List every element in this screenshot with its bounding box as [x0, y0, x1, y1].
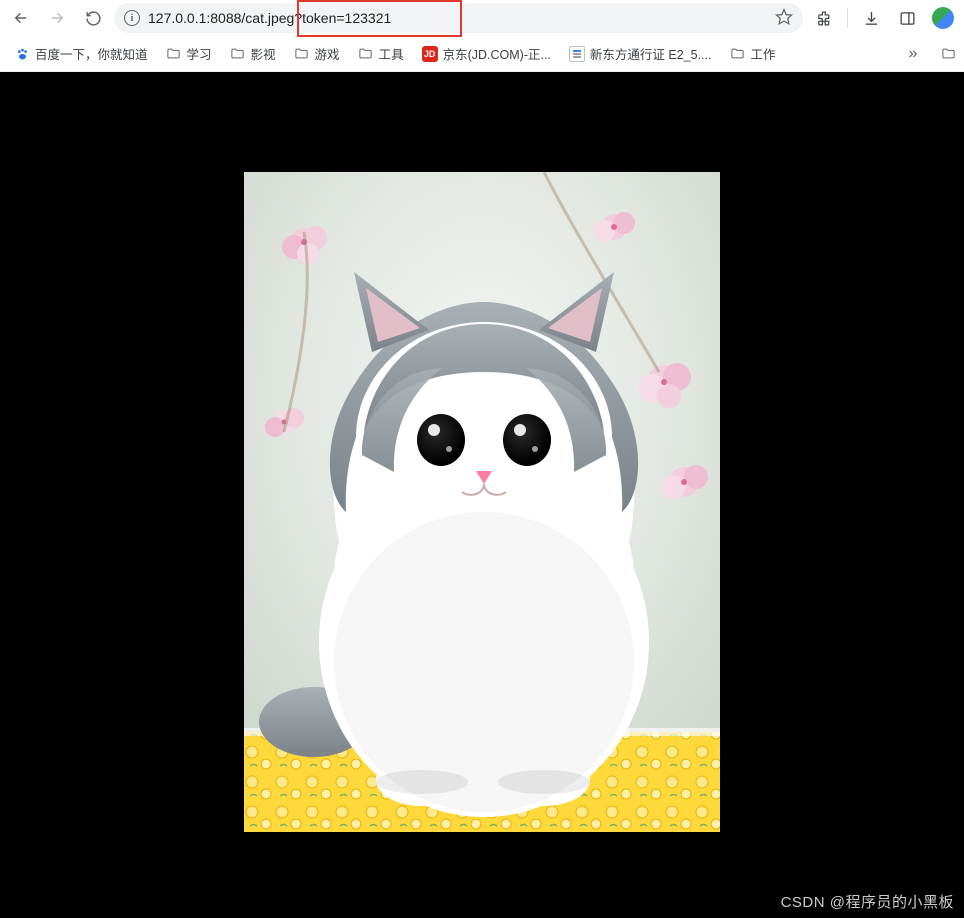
page-viewport: [0, 72, 964, 918]
bookmark-item-jd[interactable]: JD 京东(JD.COM)-正...: [416, 40, 557, 67]
extensions-button[interactable]: [809, 3, 839, 33]
folder-icon: [230, 46, 246, 62]
folder-icon: [729, 46, 745, 62]
bookmark-folder-cut[interactable]: [934, 42, 956, 66]
site-info-icon[interactable]: i: [124, 10, 140, 26]
reload-button[interactable]: [78, 3, 108, 33]
reload-icon: [85, 10, 102, 27]
back-arrow-icon: [12, 9, 30, 27]
bookmark-star-icon[interactable]: [775, 8, 793, 29]
bookmark-item-label: 影视: [251, 44, 276, 63]
folder-icon: [166, 46, 182, 62]
bookmark-folder[interactable]: 游戏: [288, 40, 346, 67]
bookmark-item-label: 学习: [187, 44, 212, 63]
bookmark-folder[interactable]: 工具: [352, 40, 410, 67]
back-button[interactable]: [6, 3, 36, 33]
bookmark-item-label: 百度一下，你就知道: [35, 44, 148, 63]
address-bar[interactable]: i 127.0.0.1:8088/cat.jpeg?token=123321: [114, 3, 803, 33]
avatar-icon: [932, 7, 954, 29]
page-icon: [569, 46, 585, 62]
bookmark-item-xdf[interactable]: 新东方通行证 E2_5....: [563, 40, 718, 67]
watermark-text: CSDN @程序员的小黑板: [781, 891, 954, 912]
bookmark-item-baidu[interactable]: 百度一下，你就知道: [8, 40, 154, 67]
bookmark-item-label: 工具: [379, 44, 404, 63]
bookmarks-bar: 百度一下，你就知道 学习 影视 游戏 工具 JD 京东(JD.COM)-正...…: [0, 36, 964, 72]
download-icon: [863, 10, 880, 27]
folder-icon: [294, 46, 310, 62]
bookmark-item-label: 京东(JD.COM)-正...: [443, 44, 551, 63]
toolbar-separator: [847, 8, 848, 28]
jd-icon: JD: [422, 46, 438, 62]
puzzle-icon: [816, 10, 833, 27]
url-text: 127.0.0.1:8088/cat.jpeg?token=123321: [148, 10, 767, 26]
bookmark-folder[interactable]: 学习: [160, 40, 218, 67]
bookmark-item-label: 工作: [750, 44, 775, 63]
chevron-right-icon: »: [909, 45, 918, 63]
bookmarks-overflow-button[interactable]: »: [898, 39, 928, 69]
panel-icon: [899, 10, 916, 27]
baidu-icon: [14, 46, 30, 62]
bookmark-item-label: 新东方通行证 E2_5....: [590, 44, 712, 63]
bookmark-item-label: 游戏: [315, 44, 340, 63]
forward-button[interactable]: [42, 3, 72, 33]
bookmark-folder[interactable]: 工作: [723, 40, 781, 67]
profile-button[interactable]: [928, 3, 958, 33]
folder-icon: [940, 46, 956, 62]
folder-icon: [358, 46, 374, 62]
browser-toolbar: i 127.0.0.1:8088/cat.jpeg?token=123321: [0, 0, 964, 36]
downloads-button[interactable]: [856, 3, 886, 33]
side-panel-button[interactable]: [892, 3, 922, 33]
displayed-image: [244, 172, 720, 832]
bookmark-folder[interactable]: 影视: [224, 40, 282, 67]
forward-arrow-icon: [48, 9, 66, 27]
